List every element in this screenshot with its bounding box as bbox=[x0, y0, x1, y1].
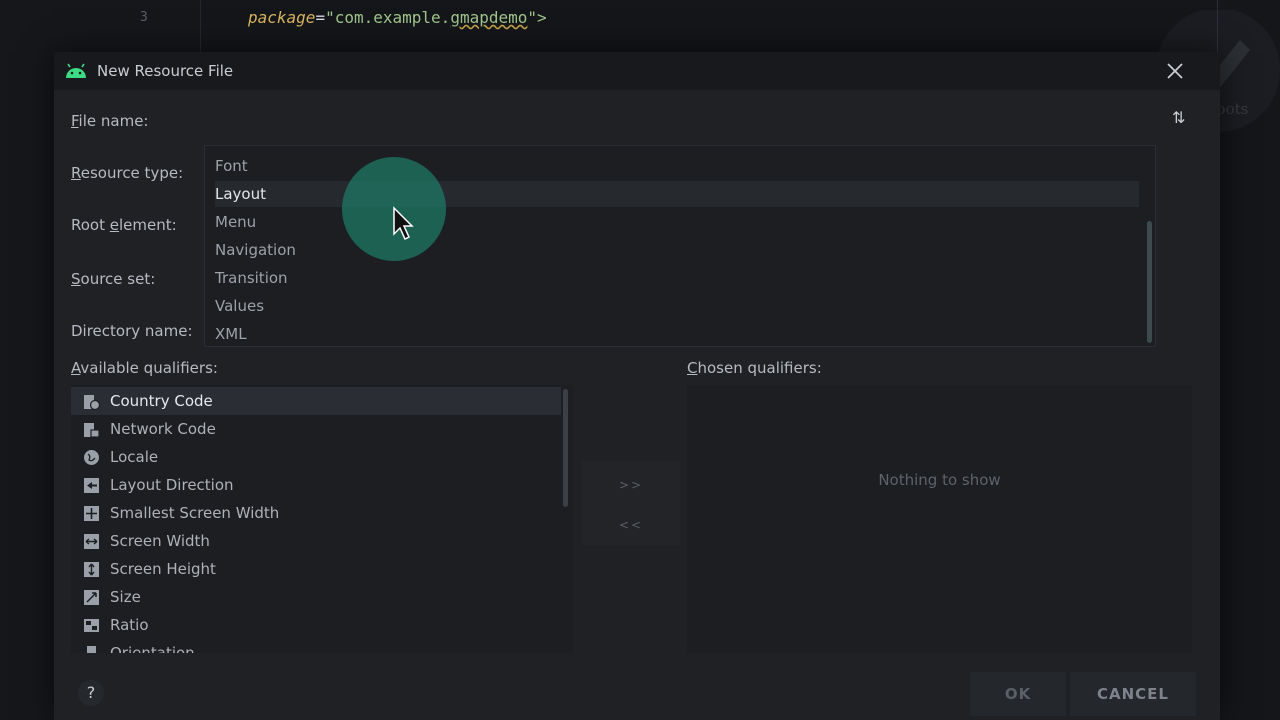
ratio-icon bbox=[84, 619, 99, 632]
qualifier-label: Screen Width bbox=[110, 532, 210, 550]
file-name-mnemonic: F bbox=[71, 112, 79, 130]
code-string-prefix: "com.example. bbox=[325, 8, 451, 27]
dropdown-scrollbar[interactable] bbox=[1147, 221, 1152, 343]
qualifier-label: Ratio bbox=[110, 616, 149, 634]
screen-height-icon bbox=[84, 562, 99, 577]
qualifier-item-ratio[interactable]: Ratio bbox=[71, 611, 561, 639]
ok-button[interactable]: OK bbox=[970, 672, 1066, 716]
directory-name-label: Directory name: bbox=[71, 322, 193, 340]
file-name-label: File name: bbox=[71, 112, 148, 130]
qualifier-item-screen-width[interactable]: Screen Width bbox=[71, 527, 561, 555]
chosen-qualifiers-label-text: hosen qualifiers: bbox=[697, 359, 822, 377]
qualifier-item-locale[interactable]: Locale bbox=[71, 443, 561, 471]
root-element-label-a: Root bbox=[71, 216, 110, 234]
dropdown-item[interactable]: XML bbox=[215, 321, 1139, 347]
orientation-icon bbox=[87, 646, 96, 653]
country-code-icon bbox=[84, 395, 100, 410]
qualifier-item-layout-direction[interactable]: Layout Direction bbox=[71, 471, 561, 499]
resource-type-dropdown-list[interactable]: Font Layout Menu Navigation Transition V… bbox=[204, 145, 1156, 347]
globe-icon bbox=[84, 450, 99, 465]
available-qualifiers-list[interactable]: Country Code Network Code Locale Layout … bbox=[71, 385, 573, 653]
code-equals: = bbox=[315, 8, 326, 27]
qualifier-item-screen-height[interactable]: Screen Height bbox=[71, 555, 561, 583]
smallest-width-icon bbox=[84, 506, 99, 521]
chosen-qualifiers-mnemonic: C bbox=[687, 359, 698, 377]
close-icon[interactable] bbox=[1164, 60, 1186, 82]
root-element-label-b: lement: bbox=[119, 216, 177, 234]
qualifier-label: Network Code bbox=[110, 420, 216, 438]
new-resource-file-dialog: New Resource File ⇅ File name: Resource … bbox=[54, 52, 1220, 720]
qualifier-label: Locale bbox=[110, 448, 159, 466]
screen-width-icon bbox=[84, 534, 99, 549]
dialog-titlebar: New Resource File bbox=[54, 52, 1220, 90]
available-qualifiers-mnemonic: A bbox=[71, 359, 81, 377]
source-set-label-text: ource set: bbox=[80, 270, 156, 288]
qualifier-label: Screen Height bbox=[110, 560, 216, 578]
root-element-label: Root element: bbox=[71, 216, 177, 234]
line-number: 3 bbox=[140, 10, 148, 25]
code-string-suffix: "> bbox=[527, 8, 547, 27]
sort-icon[interactable]: ⇅ bbox=[1172, 108, 1185, 127]
code-string-warning: gmapdemo bbox=[450, 8, 528, 27]
network-code-icon bbox=[84, 423, 100, 438]
remove-qualifier-button[interactable]: << bbox=[582, 507, 680, 543]
code-string: "com.example.gmapdemo"> bbox=[325, 8, 547, 27]
source-set-mnemonic: S bbox=[71, 270, 81, 288]
dropdown-item[interactable]: Values bbox=[215, 293, 1139, 319]
root-element-mnemonic: e bbox=[109, 216, 119, 234]
qualifier-label: Orientation bbox=[110, 644, 195, 653]
qualifier-item-orientation[interactable]: Orientation bbox=[71, 639, 561, 653]
file-name-label-text: ile name: bbox=[78, 112, 149, 130]
qualifier-label: Layout Direction bbox=[110, 476, 234, 494]
dropdown-item[interactable]: Transition bbox=[215, 265, 1139, 291]
qualifier-label: Smallest Screen Width bbox=[110, 504, 280, 522]
chosen-qualifiers-label: Chosen qualifiers: bbox=[687, 359, 822, 377]
chosen-qualifiers-list[interactable]: Nothing to show bbox=[687, 385, 1192, 653]
code-line: package="com.example.gmapdemo"> bbox=[248, 8, 547, 27]
resource-type-mnemonic: R bbox=[71, 164, 81, 182]
qualifier-item-country-code[interactable]: Country Code bbox=[71, 387, 561, 415]
qualifier-label: Size bbox=[110, 588, 141, 606]
available-qualifiers-scrollbar[interactable] bbox=[563, 389, 568, 507]
resource-type-label: Resource type: bbox=[71, 164, 183, 182]
resource-type-label-text: esource type: bbox=[80, 164, 184, 182]
qualifier-item-size[interactable]: Size bbox=[71, 583, 561, 611]
size-icon bbox=[84, 590, 99, 605]
qualifier-label: Country Code bbox=[110, 392, 213, 410]
qualifier-item-network-code[interactable]: Network Code bbox=[71, 415, 561, 443]
help-button[interactable]: ? bbox=[78, 680, 104, 706]
cancel-button[interactable]: CANCEL bbox=[1070, 672, 1196, 716]
move-buttons: >> << bbox=[582, 461, 680, 545]
qualifier-item-smallest-screen-width[interactable]: Smallest Screen Width bbox=[71, 499, 561, 527]
source-set-label: Source set: bbox=[71, 270, 155, 288]
add-qualifier-button[interactable]: >> bbox=[582, 467, 680, 503]
available-qualifiers-label: Available qualifiers: bbox=[71, 359, 218, 377]
dialog-title: New Resource File bbox=[97, 62, 234, 80]
layout-direction-icon bbox=[84, 478, 99, 493]
mouse-pointer-icon bbox=[393, 206, 414, 241]
empty-state-text: Nothing to show bbox=[878, 471, 1001, 489]
code-attribute: package bbox=[248, 8, 316, 27]
available-qualifiers-label-text: vailable qualifiers: bbox=[80, 359, 218, 377]
android-icon bbox=[66, 63, 86, 78]
